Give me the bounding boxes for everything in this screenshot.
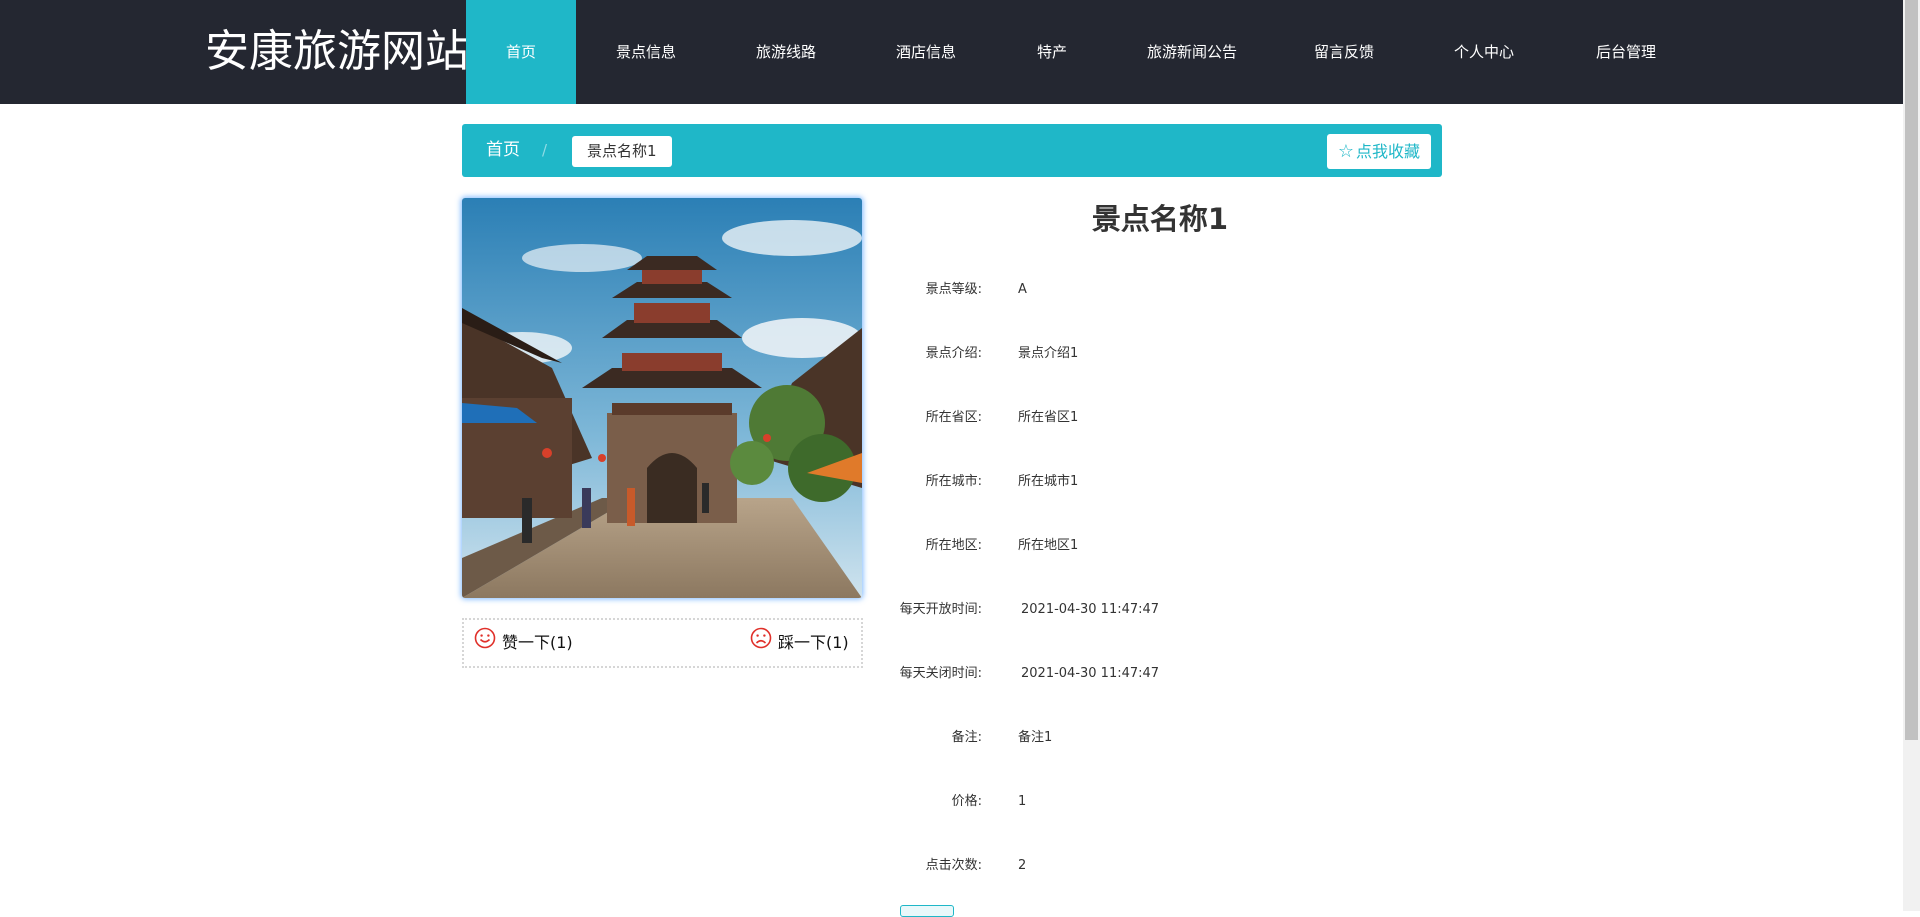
nav-item-feedback[interactable]: 留言反馈 [1276, 0, 1412, 104]
nav-item-home[interactable]: 首页 [466, 0, 576, 104]
field-click-count: 点击次数: 2 [880, 854, 1440, 878]
field-label: 所在省区: [925, 410, 982, 425]
field-scenic-intro: 景点介绍: 景点介绍1 [880, 342, 1440, 366]
nav-item-travel-news[interactable]: 旅游新闻公告 [1108, 0, 1276, 104]
field-value: 1 [1018, 794, 1027, 809]
like-label: 赞一下(1) [502, 633, 573, 652]
nav-item-travel-routes[interactable]: 旅游线路 [716, 0, 856, 104]
field-label: 每天开放时间: [899, 602, 982, 617]
scrollbar-thumb[interactable] [1905, 0, 1918, 740]
vote-box: 赞一下(1) 踩一下(1) [462, 618, 863, 668]
nav-item-hotels[interactable]: 酒店信息 [856, 0, 996, 104]
field-close-time: 每天关闭时间: 2021-04-30 11:47:47 [880, 662, 1440, 686]
field-open-time: 每天开放时间: 2021-04-30 11:47:47 [880, 598, 1440, 622]
field-scenic-level: 景点等级: A [880, 278, 1440, 302]
field-value: 所在省区1 [1018, 410, 1079, 425]
field-label: 备注: [951, 730, 982, 745]
scenic-spot-image [462, 198, 862, 598]
field-label: 价格: [951, 794, 982, 809]
field-district: 所在地区: 所在地区1 [880, 534, 1440, 558]
field-label: 每天关闭时间: [899, 666, 982, 681]
field-value: 景点介绍1 [1018, 346, 1079, 361]
like-button[interactable]: 赞一下(1) [474, 620, 573, 666]
nav-item-scenic-spots[interactable]: 景点信息 [576, 0, 716, 104]
site-title[interactable]: 安康旅游网站 [205, 24, 469, 80]
frown-icon [750, 621, 772, 667]
partially-visible-button[interactable] [900, 905, 954, 917]
nav-item-admin[interactable]: 后台管理 [1556, 0, 1696, 104]
field-remark: 备注: 备注1 [880, 726, 1440, 750]
field-value: A [1018, 282, 1027, 297]
scenic-spot-title: 景点名称1 [1091, 202, 1229, 236]
dislike-label: 踩一下(1) [778, 633, 849, 652]
field-label: 景点等级: [925, 282, 982, 297]
star-outline-icon: ☆ [1337, 141, 1354, 162]
field-label: 所在地区: [925, 538, 982, 553]
field-value: 所在地区1 [1018, 538, 1079, 553]
nav-item-specialties[interactable]: 特产 [996, 0, 1108, 104]
dislike-button[interactable]: 踩一下(1) [750, 620, 849, 666]
smile-icon [474, 621, 496, 667]
field-value: 2021-04-30 11:47:47 [1021, 666, 1160, 681]
field-label: 景点介绍: [925, 346, 982, 361]
top-navbar: 安康旅游网站 首页 景点信息 旅游线路 酒店信息 特产 旅游新闻公告 留言反馈 … [0, 0, 1903, 104]
field-label: 所在城市: [925, 474, 982, 489]
page-scrollbar[interactable] [1903, 0, 1920, 911]
field-price: 价格: 1 [880, 790, 1440, 814]
field-city: 所在城市: 所在城市1 [880, 470, 1440, 494]
favorite-button[interactable]: ☆ 点我收藏 [1326, 134, 1431, 169]
scenic-spot-photo [462, 198, 862, 598]
breadcrumb-home-link[interactable]: 首页 [486, 124, 520, 177]
field-value: 所在城市1 [1018, 474, 1079, 489]
breadcrumb: 首页 / 景点名称1 ☆ 点我收藏 [462, 124, 1442, 177]
nav-item-user-center[interactable]: 个人中心 [1412, 0, 1556, 104]
field-province: 所在省区: 所在省区1 [880, 406, 1440, 430]
field-label: 点击次数: [925, 858, 982, 873]
field-value: 备注1 [1018, 730, 1053, 745]
field-value: 2021-04-30 11:47:47 [1021, 602, 1160, 617]
breadcrumb-separator: / [542, 141, 548, 159]
breadcrumb-current: 景点名称1 [572, 136, 672, 167]
field-value: 2 [1018, 858, 1027, 873]
favorite-button-label: 点我收藏 [1355, 142, 1420, 161]
